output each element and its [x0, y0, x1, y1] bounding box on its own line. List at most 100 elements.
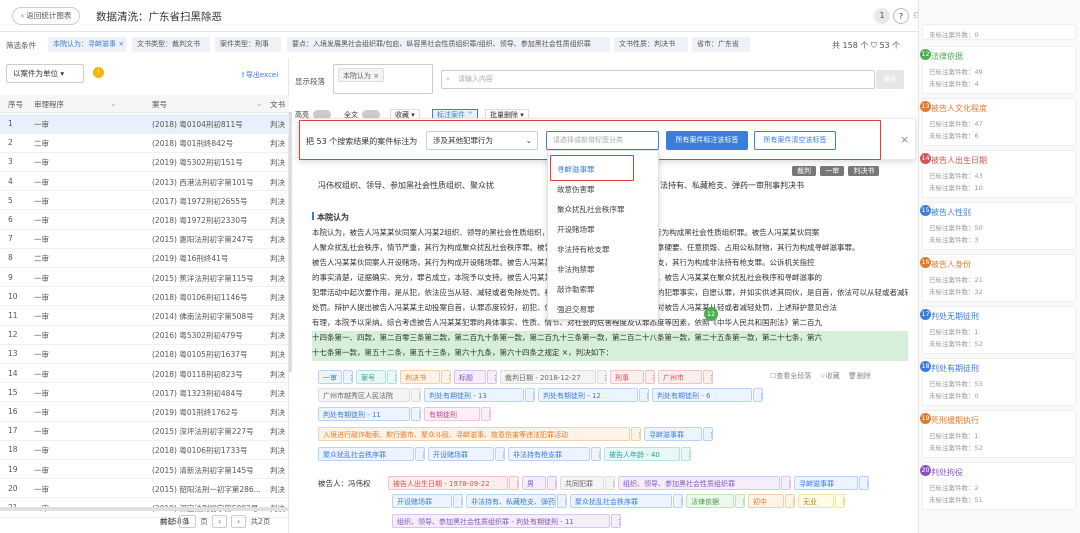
prev-page-button[interactable]: ‹: [212, 515, 228, 528]
annotation-tag[interactable]: 判处有期徒刑 - 6: [652, 388, 752, 402]
table-row[interactable]: 13 一审 (2018) 粤0105刑初1637号 判决: [0, 344, 289, 364]
tag-card[interactable]: 15 被告人性别 已标注案件数：50 未标注案件数：3: [920, 202, 1076, 250]
annotation-tag[interactable]: 聚众扰乱社会秩序罪: [570, 494, 672, 508]
table-row[interactable]: 10 一审 (2018) 粤0106刑初1146号 判决: [0, 287, 289, 307]
category-select[interactable]: 涉及其他犯罪行为 ⌄: [426, 131, 538, 150]
table-row[interactable]: 7 一审 (2015) 惠阳法刑初字第247号 判决: [0, 229, 289, 249]
annotation-tag[interactable]: 组织、领导、参加黑社会性质组织罪: [618, 476, 780, 490]
dropdown-option[interactable]: 强迫交易罪: [557, 304, 595, 315]
more-icon[interactable]: ⋮: [481, 407, 491, 421]
annotation-tag[interactable]: 寻衅滋事罪: [644, 427, 702, 441]
table-row[interactable]: 1 一审 (2018) 粤0104刑初811号 判决: [0, 114, 289, 134]
paragraph-tag[interactable]: 本院认为 ×: [338, 68, 385, 82]
view-all-button[interactable]: ☐查看全段落: [770, 372, 811, 380]
table-row[interactable]: 4 一审 (2013) 西港法刑初字第101号 判决: [0, 172, 289, 192]
filter-chip[interactable]: 省市：广东省: [692, 37, 750, 52]
more-icon[interactable]: ⋮: [591, 447, 601, 461]
table-row[interactable]: 11 一审 (2014) 佛南法刑初字第508号 判决: [0, 306, 289, 326]
tag-card[interactable]: 19 死刑缓期执行 已标注案件数：1 未标注案件数：52: [920, 410, 1076, 458]
annotation-tag[interactable]: 非法持有、私藏枪支、弹药罪: [466, 494, 556, 508]
more-icon[interactable]: ⋮: [387, 370, 397, 384]
annotation-tag[interactable]: 男: [522, 476, 546, 490]
annotation-tag[interactable]: 刑事: [610, 370, 644, 384]
apply-all-button[interactable]: 所有案件标注该标签: [666, 131, 748, 150]
tab-judgment[interactable]: 裁判: [792, 166, 816, 176]
next-page-button[interactable]: ›: [231, 515, 247, 528]
filter-chip[interactable]: 文书类型：裁判文书: [132, 37, 210, 52]
tag-card[interactable]: 20 判处拘役 已标注案件数：2 未标注案件数：51: [920, 462, 1076, 510]
search-input[interactable]: ⌕ 请输入内容: [441, 70, 875, 89]
table-row[interactable]: 6 一审 (2018) 粤1972刑初2330号 判决: [0, 210, 289, 230]
notification-badge[interactable]: 1: [874, 8, 890, 24]
more-icon[interactable]: ⋮: [525, 388, 535, 402]
annotation-tag[interactable]: 案号: [356, 370, 386, 384]
help-icon[interactable]: ?: [893, 8, 909, 24]
annotation-tag[interactable]: 有期徒刑: [424, 407, 480, 421]
filter-chip[interactable]: 文书性质：判决书: [614, 37, 688, 52]
star-button[interactable]: ☆收藏: [820, 372, 840, 380]
dropdown-option[interactable]: 故意伤害罪: [557, 184, 595, 195]
annotation-tag[interactable]: 开设赌场罪: [428, 447, 494, 461]
tag-card[interactable]: 17 判处无期徒刑 已标注案件数：1 未标注案件数：52: [920, 306, 1076, 354]
filter-chip[interactable]: 要点：入境发展黑社会组织罪/包庇、纵容黑社会性质组织罪/组织、领导、参加黑社会性…: [287, 37, 610, 52]
table-row[interactable]: 15 一审 (2017) 粤1323刑初484号 判决: [0, 383, 289, 403]
more-icon[interactable]: ⋮: [753, 388, 763, 402]
more-icon[interactable]: ⋮: [509, 476, 519, 490]
more-icon[interactable]: ⋮: [611, 514, 621, 528]
annotation-tag[interactable]: 判决书: [400, 370, 440, 384]
annotation-tag[interactable]: 标题: [454, 370, 486, 384]
clear-all-button[interactable]: 所有案件清空该标签: [754, 131, 836, 150]
more-icon[interactable]: ⋮: [547, 476, 557, 490]
table-row[interactable]: 12 一审 (2016) 粤5302刑初479号 判决: [0, 325, 289, 345]
more-icon[interactable]: ⋮: [487, 370, 497, 384]
annotation-tag[interactable]: 法律依据: [686, 494, 734, 508]
table-row[interactable]: 2 二审 (2018) 粤01刑终842号 判决: [0, 133, 289, 153]
annotation-tag[interactable]: 寻衅滋事罪: [794, 476, 858, 490]
more-icon[interactable]: ⋮: [495, 447, 505, 461]
tab-verdict[interactable]: 判决书: [848, 166, 880, 176]
more-icon[interactable]: ⋮: [645, 370, 655, 384]
table-row[interactable]: 5 一审 (2017) 粤1972刑初2655号 判决: [0, 191, 289, 211]
tag-card[interactable]: 未标注案件数：0: [922, 24, 1076, 40]
more-icon[interactable]: ⋮: [441, 370, 451, 384]
dropdown-option[interactable]: 聚众扰乱社会秩序罪: [557, 204, 625, 215]
annotation-tag[interactable]: 判处有期徒刑 - 13: [424, 388, 524, 402]
dropdown-option[interactable]: 敲诈勒索罪: [557, 284, 595, 295]
page-input[interactable]: 1: [179, 515, 196, 528]
annotation-tag[interactable]: 广州市越秀区人民法院: [318, 388, 410, 402]
table-row[interactable]: 3 一审 (2019) 粤5302刑初151号 判决: [0, 152, 289, 172]
more-icon[interactable]: ⋮: [735, 494, 745, 508]
filter-chip[interactable]: 案件类型：刑事: [215, 37, 281, 52]
more-icon[interactable]: ⋮: [411, 407, 421, 421]
more-icon[interactable]: ⋮: [835, 494, 845, 508]
dropdown-option[interactable]: 非法持有枪支罪: [557, 244, 610, 255]
delete-button[interactable]: 🗑删除: [848, 372, 871, 380]
annotation-tag[interactable]: 入境进行敲诈勒索、欺行霸市、聚众斗殴、寻衅滋事、故意伤害等违法犯罪活动: [318, 427, 630, 441]
list-scrollbar[interactable]: [289, 112, 292, 372]
tag-card[interactable]: 12 法律依据 已标注案件数：49 未标注案件数：4: [920, 46, 1076, 94]
table-row[interactable]: 18 一审 (2018) 粤0106刑初1733号 判决: [0, 440, 289, 460]
export-excel-button[interactable]: ⇪导出excel: [240, 70, 278, 80]
annotation-tag[interactable]: 无业: [798, 494, 834, 508]
tag-card[interactable]: 14 被告人出生日期 已标注案件数：43 未标注案件数：10: [920, 150, 1076, 198]
table-row[interactable]: 19 一审 (2015) 清新法刑初字第145号 判决: [0, 460, 289, 480]
more-icon[interactable]: ⋮: [639, 388, 649, 402]
annotation-tag[interactable]: 聚众扰乱社会秩序罪: [318, 447, 414, 461]
table-row[interactable]: 9 一审 (2015) 蕉洋法刑初字第115号 判决: [0, 268, 289, 288]
annotation-tag[interactable]: 裁判日期 - 2018-12-27: [500, 370, 596, 384]
annotation-tag[interactable]: 被告人出生日期 - 1978-09-22: [388, 476, 508, 490]
more-icon[interactable]: ⋮: [785, 494, 795, 508]
tag-input[interactable]: 请选择或新增标签分类: [546, 131, 659, 150]
more-icon[interactable]: ⋮: [415, 447, 425, 461]
dropdown-option[interactable]: 非法拘禁罪: [557, 264, 595, 275]
more-icon[interactable]: ⋮: [681, 447, 691, 461]
search-button[interactable]: 搜索: [876, 70, 904, 89]
more-icon[interactable]: ⋮: [703, 370, 713, 384]
more-icon[interactable]: ⋮: [605, 476, 615, 490]
close-icon[interactable]: ×: [900, 133, 909, 146]
annotation-tag[interactable]: 组织、领导、参加黑社会性质组织罪 - 判处有期徒刑 - 11: [392, 514, 610, 528]
annotation-tag[interactable]: 初中: [748, 494, 784, 508]
horizontal-scrollbar[interactable]: [0, 507, 289, 511]
annotation-tag[interactable]: 判处有期徒刑 - 12: [538, 388, 638, 402]
filter-chip[interactable]: 本院认为：寻衅滋事 ×: [48, 37, 126, 52]
